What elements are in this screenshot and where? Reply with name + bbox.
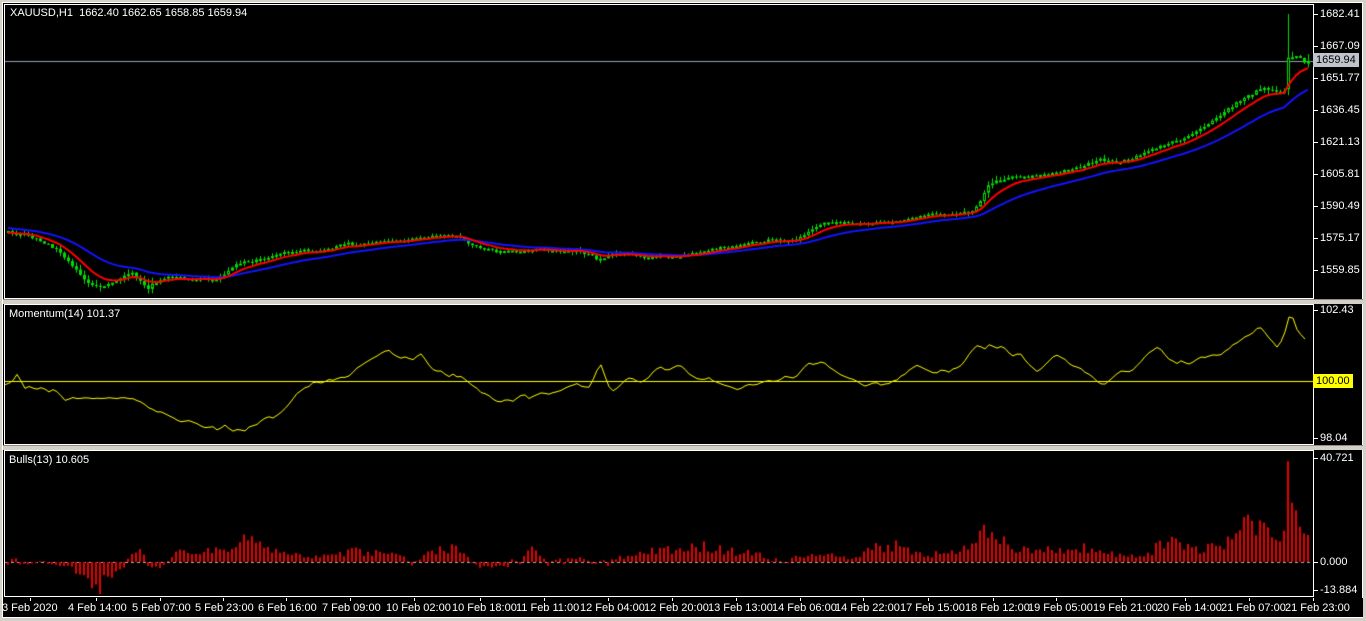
time-axis-tick	[1249, 598, 1250, 601]
time-axis-tick	[993, 598, 994, 601]
time-axis-label: 13 Feb 13:00	[708, 602, 773, 614]
time-axis-label: 10 Feb 02:00	[386, 602, 451, 614]
bulls-indicator-label: Bulls(13) 10.605	[9, 454, 90, 466]
time-axis-tick	[286, 598, 287, 601]
bulls-axis-label-tick	[1313, 458, 1318, 459]
time-axis-label: 10 Feb 18:00	[452, 602, 517, 614]
time-axis-label: 5 Feb 07:00	[132, 602, 191, 614]
price-axis-label-tick	[1313, 238, 1318, 239]
time-axis-label: 20 Feb 14:00	[1157, 602, 1222, 614]
price-axis-label: 1605.81	[1320, 168, 1360, 180]
price-axis-label: 1682.41	[1320, 8, 1360, 20]
price-axis-label-tick	[1313, 270, 1318, 271]
price-axis-label-tick	[1313, 174, 1318, 175]
time-axis-tick	[800, 598, 801, 601]
time-axis-tick	[608, 598, 609, 601]
time-axis-tick	[414, 598, 415, 601]
time-axis-tick	[863, 598, 864, 601]
price-axis-label: 1621.13	[1320, 136, 1360, 148]
time-axis-label: 21 Feb 23:00	[1285, 602, 1350, 614]
price-axis-label: 1636.45	[1320, 104, 1360, 116]
time-axis-tick	[672, 598, 673, 601]
time-axis-label: 12 Feb 20:00	[644, 602, 709, 614]
momentum-axis-label-tick	[1313, 438, 1318, 439]
price-axis-label: 1575.17	[1320, 232, 1360, 244]
time-axis-tick	[96, 598, 97, 601]
time-axis-tick	[544, 598, 545, 601]
time-axis-label: 19 Feb 21:00	[1093, 602, 1158, 614]
bulls-axis-label-tick	[1313, 562, 1318, 563]
time-axis-tick	[480, 598, 481, 601]
time-axis-tick	[30, 598, 31, 601]
price-axis-label-tick	[1313, 142, 1318, 143]
bulls-panel	[4, 450, 1314, 597]
time-axis-label: 21 Feb 07:00	[1221, 602, 1286, 614]
price-axis-label-tick	[1313, 110, 1318, 111]
price-axis-label: 1667.09	[1320, 40, 1360, 52]
time-axis-tick	[736, 598, 737, 601]
panel-splitter-bulls[interactable]	[3, 445, 1363, 450]
momentum-chart-canvas[interactable]	[5, 305, 1313, 444]
price-axis-label: 1590.49	[1320, 200, 1360, 212]
mt4-chart-window: XAUUSD,H1 1662.40 1662.65 1658.85 1659.9…	[0, 0, 1366, 621]
price-axis-label: 1559.85	[1320, 264, 1360, 276]
time-axis-label: 14 Feb 06:00	[772, 602, 837, 614]
time-axis-label: 19 Feb 05:00	[1028, 602, 1093, 614]
momentum-axis-label-tick	[1313, 310, 1318, 311]
time-axis-tick	[223, 598, 224, 601]
time-axis-label: 3 Feb 2020	[2, 602, 58, 614]
momentum-axis-label: 102.43	[1320, 304, 1354, 316]
price-axis-label: 1651.77	[1320, 72, 1360, 84]
price-axis-label-tick	[1313, 46, 1318, 47]
time-axis-label: 12 Feb 04:00	[580, 602, 645, 614]
momentum-axis-label: 98.04	[1320, 432, 1348, 444]
time-axis-label: 11 Feb 11:00	[516, 602, 580, 614]
bulls-chart-canvas[interactable]	[5, 451, 1313, 596]
current-price-badge: 1659.94	[1313, 53, 1359, 67]
time-axis-label: 4 Feb 14:00	[68, 602, 127, 614]
price-axis-label-tick	[1313, 78, 1318, 79]
time-axis-tick	[1185, 598, 1186, 601]
time-axis-tick	[1313, 598, 1314, 601]
momentum-indicator-label: Momentum(14) 101.37	[9, 308, 121, 320]
price-axis-label-tick	[1313, 14, 1318, 15]
time-axis-label: 5 Feb 23:00	[195, 602, 254, 614]
candlestick-chart-canvas[interactable]	[5, 5, 1313, 298]
bulls-axis-label-tick	[1313, 590, 1318, 591]
panel-splitter-momentum[interactable]	[3, 299, 1363, 304]
bulls-axis-label: 40.721	[1320, 452, 1354, 464]
time-axis-label: 14 Feb 22:00	[835, 602, 900, 614]
price-axis-label-tick	[1313, 206, 1318, 207]
price-chart-panel	[4, 4, 1314, 299]
time-axis-tick	[160, 598, 161, 601]
momentum-panel	[4, 304, 1314, 445]
symbol-ohlc-label: XAUUSD,H1 1662.40 1662.65 1658.85 1659.9…	[10, 7, 248, 19]
time-axis-label: 7 Feb 09:00	[322, 602, 381, 614]
bulls-axis-label: 0.000	[1320, 556, 1348, 568]
time-axis-tick	[1056, 598, 1057, 601]
bulls-axis-label: -13.884	[1320, 584, 1358, 596]
time-axis-tick	[928, 598, 929, 601]
time-axis-label: 18 Feb 12:00	[965, 602, 1030, 614]
time-axis-tick	[1121, 598, 1122, 601]
time-axis-tick	[350, 598, 351, 601]
momentum-level-badge: 100.00	[1313, 374, 1353, 388]
time-axis-label: 17 Feb 15:00	[900, 602, 965, 614]
time-axis-label: 6 Feb 16:00	[258, 602, 317, 614]
